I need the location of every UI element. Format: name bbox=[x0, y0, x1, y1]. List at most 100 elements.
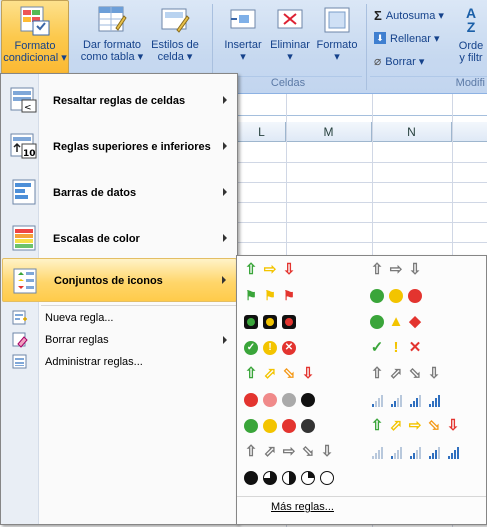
arrow-right-icon: ⇨ bbox=[389, 261, 403, 278]
submenu-arrow-icon bbox=[223, 234, 227, 242]
icon-set-3-flags[interactable]: ⚑ ⚑ ⚑ bbox=[243, 286, 297, 306]
insert-cells-icon bbox=[227, 4, 259, 36]
menu-item-data-bars[interactable]: Barras de datos bbox=[2, 170, 237, 216]
menu-item-color-scales[interactable]: Escalas de color bbox=[2, 216, 237, 262]
icon-set-red-to-black[interactable] bbox=[243, 390, 316, 410]
signal-bars-icon bbox=[407, 444, 423, 460]
menu-item-label: Conjuntos de iconos bbox=[54, 275, 163, 287]
submenu-arrow-icon bbox=[223, 336, 227, 344]
conditional-format-icon bbox=[19, 5, 51, 37]
column-header-n[interactable]: N bbox=[372, 122, 452, 142]
arrow-down-right-icon: ⬂ bbox=[282, 365, 296, 382]
quarter-full-icon bbox=[243, 470, 259, 486]
icon-set-5-quarters[interactable] bbox=[243, 468, 335, 488]
circle-icon bbox=[262, 418, 278, 434]
menu-item-label: Reglas superiores e inferiores bbox=[53, 141, 211, 153]
traffic-light-icon bbox=[262, 314, 278, 330]
ribbon-separator bbox=[366, 4, 367, 90]
menu-item-highlight-rules[interactable]: < Resaltar reglas de celdas bbox=[2, 78, 237, 124]
icon-set-3-arrows-gray[interactable]: ⇧ ⇨ ⇩ bbox=[369, 260, 423, 280]
flag-icon: ⚑ bbox=[245, 288, 257, 303]
button-label: celda ▾ bbox=[157, 51, 193, 63]
quarter-half-icon bbox=[281, 470, 297, 486]
submenu-arrow-icon bbox=[223, 142, 227, 150]
circle-icon bbox=[300, 418, 316, 434]
arrow-up-icon: ⇧ bbox=[244, 443, 258, 460]
button-label: Eliminar bbox=[270, 39, 310, 51]
icon-set-3-symbols-uncircled[interactable]: ✓ ! ✕ bbox=[369, 338, 423, 358]
menu-item-clear-rules[interactable]: Borrar reglas bbox=[2, 330, 237, 350]
menu-item-manage-rules[interactable]: Administrar reglas... bbox=[2, 352, 237, 372]
circle-icon bbox=[243, 418, 259, 434]
menu-item-top-bottom-rules[interactable]: 10 Reglas superiores e inferiores bbox=[2, 124, 237, 170]
arrow-down-right-icon: ⬂ bbox=[427, 417, 441, 434]
top-bottom-icon: 10 bbox=[10, 132, 38, 160]
menu-item-label: Barras de datos bbox=[53, 187, 137, 199]
circle-icon bbox=[369, 288, 385, 304]
icon-set-3-arrows-colored[interactable]: ⇧ ⇨ ⇩ bbox=[243, 260, 297, 280]
fill-button[interactable]: ⬇ Rellenar ▾ bbox=[374, 29, 440, 47]
conditional-format-button[interactable]: Formato condicional ▾ bbox=[1, 0, 69, 74]
flag-icon: ⚑ bbox=[283, 288, 295, 303]
icon-set-5-ratings[interactable] bbox=[369, 442, 461, 462]
arrow-right-icon: ⇨ bbox=[408, 417, 422, 434]
data-bars-icon bbox=[10, 178, 38, 206]
icon-set-3-signs[interactable]: ▲ ◆ bbox=[369, 312, 423, 332]
column-header-l[interactable]: L bbox=[238, 122, 286, 142]
menu-item-new-rule[interactable]: Nueva regla... bbox=[2, 308, 237, 328]
eraser-icon: ⌀ bbox=[374, 54, 382, 68]
signal-bars-icon bbox=[445, 444, 461, 460]
sigma-icon: Σ bbox=[374, 7, 382, 23]
circle-icon bbox=[243, 392, 259, 408]
submenu-arrow-icon bbox=[223, 188, 227, 196]
traffic-light-icon bbox=[281, 314, 297, 330]
arrow-down-icon: ⇩ bbox=[282, 261, 296, 278]
exclamation-icon: ! bbox=[393, 339, 399, 356]
traffic-light-icon bbox=[243, 314, 259, 330]
menu-item-label: Borrar reglas bbox=[45, 334, 109, 346]
menu-item-icon-sets[interactable]: Conjuntos de iconos bbox=[2, 258, 237, 302]
icon-set-3-traffic-lights-rimmed[interactable] bbox=[243, 312, 297, 332]
menu-item-label: Resaltar reglas de celdas bbox=[53, 95, 186, 107]
diamond-icon: ◆ bbox=[409, 313, 421, 330]
insert-button[interactable]: Insertar ▾ bbox=[218, 0, 268, 74]
icon-set-4-arrows-colored[interactable]: ⇧ ⬀ ⬂ ⇩ bbox=[243, 364, 316, 384]
sort-filter-button[interactable]: AZ Orde y filtr bbox=[454, 0, 487, 74]
column-header[interactable] bbox=[452, 122, 487, 142]
menu-item-label: Nueva regla... bbox=[45, 312, 114, 324]
icon-sets-submenu: ⇧ ⇨ ⇩ ⇧ ⇨ ⇩ ⚑ ⚑ ⚑ ▲ ◆ ✓ ! ✕ ✓ ! ✕ ⇧ ⬀ ⬂ … bbox=[236, 255, 487, 525]
icon-set-3-traffic-lights-unrimmed[interactable] bbox=[369, 286, 423, 306]
submenu-arrow-icon bbox=[222, 276, 226, 284]
conditional-format-menu: < Resaltar reglas de celdas 10 Reglas su… bbox=[0, 73, 238, 525]
circle-icon bbox=[388, 288, 404, 304]
cell-styles-button[interactable]: Estilos de celda ▾ bbox=[146, 0, 204, 74]
icon-set-5-arrows-colored[interactable]: ⇧ ⬀ ⇨ ⬂ ⇩ bbox=[369, 416, 461, 436]
format-button[interactable]: Formato ▾ bbox=[312, 0, 362, 74]
check-circle-icon: ✓ bbox=[243, 340, 259, 356]
svg-text:<: < bbox=[24, 103, 32, 113]
svg-text:10: 10 bbox=[23, 149, 36, 159]
arrow-up-icon: ⇧ bbox=[370, 261, 384, 278]
arrow-up-icon: ⇧ bbox=[370, 417, 384, 434]
icon-set-4-traffic-lights[interactable] bbox=[243, 416, 316, 436]
icon-set-4-arrows-gray[interactable]: ⇧ ⬀ ⬂ ⇩ bbox=[369, 364, 442, 384]
more-rules-link[interactable]: Más reglas... bbox=[271, 501, 334, 513]
submenu-separator bbox=[237, 496, 486, 497]
circle-icon bbox=[369, 314, 385, 330]
arrow-up-right-icon: ⬀ bbox=[389, 417, 403, 434]
icon-set-3-symbols-circled[interactable]: ✓ ! ✕ bbox=[243, 338, 297, 358]
autosum-button[interactable]: Σ Autosuma ▾ bbox=[374, 6, 444, 24]
check-icon: ✓ bbox=[370, 339, 384, 356]
icon-set-4-ratings[interactable] bbox=[369, 390, 442, 410]
format-as-table-button[interactable]: Dar formato como tabla ▾ bbox=[80, 0, 144, 74]
delete-button[interactable]: Eliminar ▾ bbox=[266, 0, 314, 74]
clear-button[interactable]: ⌀ Borrar ▾ bbox=[374, 52, 424, 70]
button-label: como tabla ▾ bbox=[80, 51, 144, 63]
icon-set-5-arrows-gray[interactable]: ⇧ ⬀ ⇨ ⬂ ⇩ bbox=[243, 442, 335, 462]
circle-icon bbox=[262, 392, 278, 408]
column-header-m[interactable]: M bbox=[286, 122, 372, 142]
icon-sets-icon bbox=[11, 267, 39, 295]
arrow-down-icon: ⇩ bbox=[408, 261, 422, 278]
quarter-one-icon bbox=[300, 470, 316, 486]
autosum-label: Autosuma ▾ bbox=[385, 9, 444, 22]
